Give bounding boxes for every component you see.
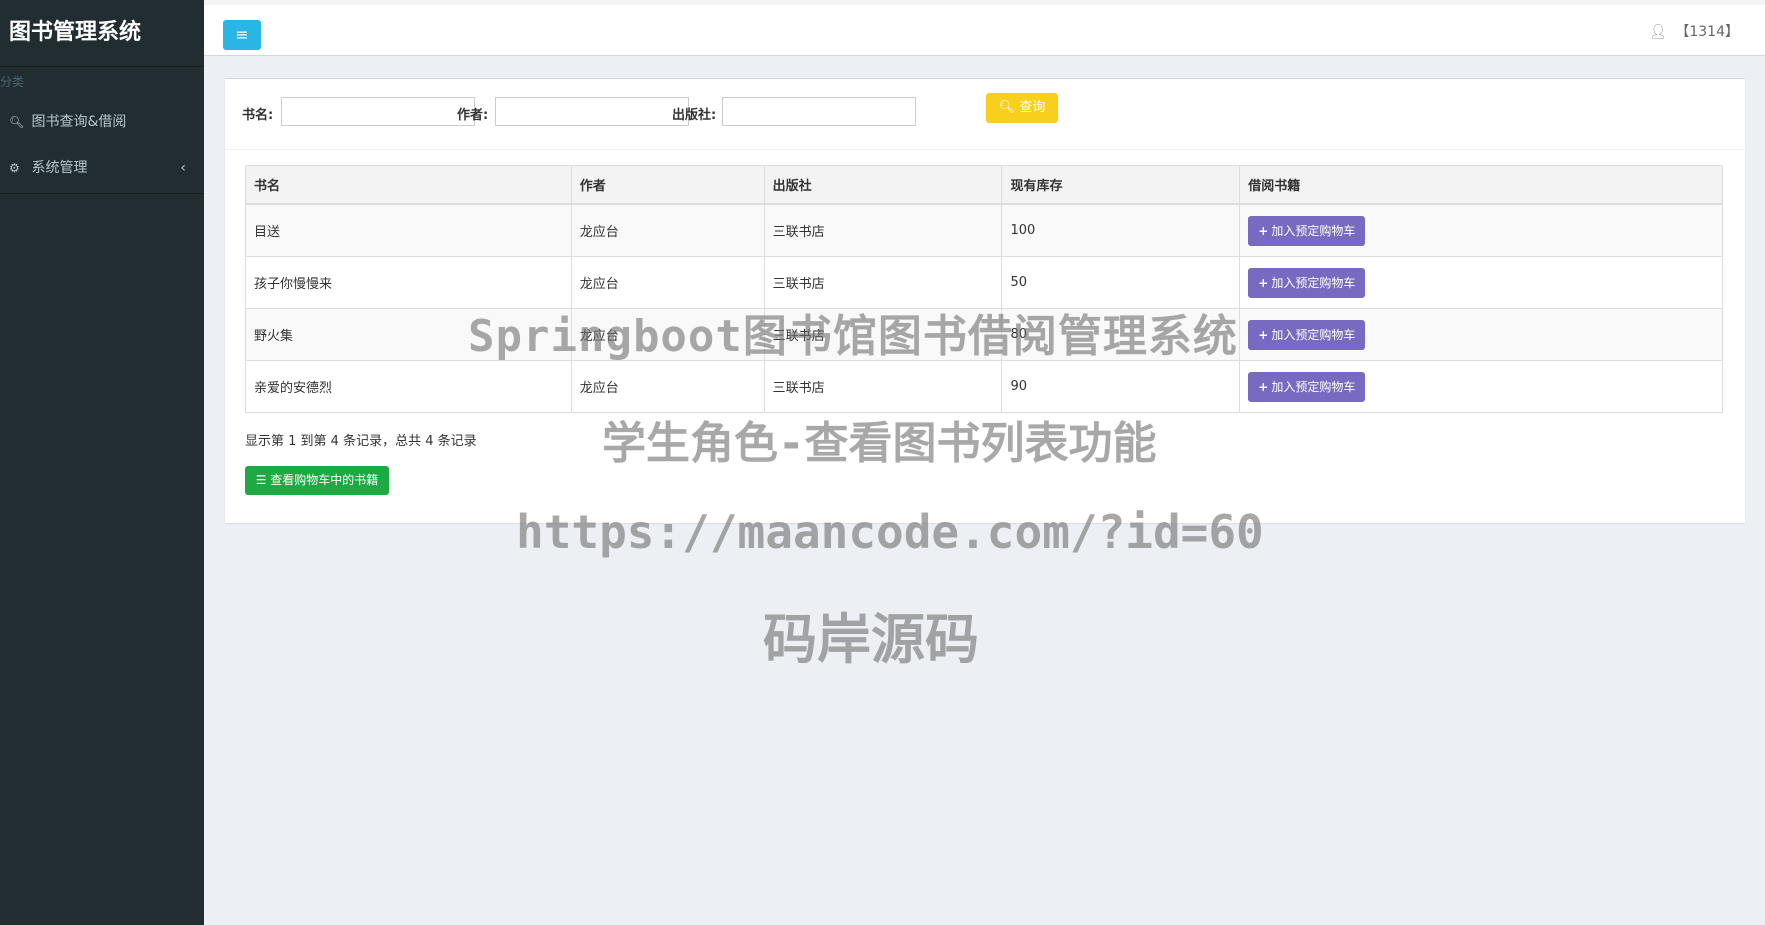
chevron-left-icon: ‹: [180, 160, 186, 176]
sidebar-item-book-query[interactable]: 🔍︎ 图书查询&借阅: [0, 99, 204, 145]
query-button-label: 查询: [1019, 100, 1046, 115]
sidebar-item-label: 图书查询&借阅: [31, 114, 127, 130]
column-header-title[interactable]: 书名: [245, 165, 572, 205]
gear-icon: ⚙: [9, 161, 20, 175]
column-header-author[interactable]: 作者: [570, 165, 765, 205]
plus-icon: +: [1258, 223, 1269, 238]
watermark-line-3: https://maancode.com/?id=60: [516, 505, 1264, 559]
cell-stock: 90: [1001, 360, 1241, 413]
sidebar-divider: [0, 193, 204, 194]
sidebar-section-label: 分类: [0, 75, 25, 89]
list-icon: ☰: [255, 473, 267, 487]
watermark-line-1: Springboot图书馆图书借阅管理系统: [468, 311, 1238, 362]
book-table: 书名 作者 出版社 现有库存 借阅书籍 目送 龙应台 三联书店 100 + 加入预…: [245, 165, 1723, 413]
title-filter-input[interactable]: [281, 97, 475, 126]
cell-action: + 加入预定购物车: [1239, 360, 1723, 413]
author-filter-label: 作者:: [457, 108, 489, 123]
add-to-cart-label: 加入预定购物车: [1271, 379, 1356, 394]
plus-icon: +: [1258, 379, 1269, 394]
add-to-cart-label: 加入预定购物车: [1271, 223, 1356, 238]
table-row: 亲爱的安德烈 龙应台 三联书店 90 + 加入预定购物车: [245, 360, 1723, 413]
publisher-filter-input[interactable]: [722, 97, 916, 126]
menu-icon: ≡: [235, 25, 249, 44]
column-header-borrow: 借阅书籍: [1239, 165, 1723, 205]
plus-icon: +: [1258, 327, 1269, 342]
cell-publisher: 三联书店: [763, 203, 1003, 257]
sidebar-toggle-button[interactable]: ≡: [223, 20, 261, 50]
cell-action: + 加入预定购物车: [1239, 308, 1723, 361]
table-row: 目送 龙应台 三联书店 100 + 加入预定购物车: [245, 203, 1723, 257]
publisher-filter-label: 出版社:: [672, 108, 717, 123]
cell-action: + 加入预定购物车: [1239, 256, 1723, 309]
add-to-cart-button[interactable]: + 加入预定购物车: [1248, 319, 1366, 350]
cell-action: + 加入预定购物车: [1239, 203, 1723, 257]
table-header-row: 书名 作者 出版社 现有库存 借阅书籍: [245, 165, 1723, 205]
cell-stock: 100: [1001, 203, 1241, 257]
add-to-cart-button[interactable]: + 加入预定购物车: [1248, 371, 1366, 402]
plus-icon: +: [1258, 275, 1269, 290]
cell-title: 亲爱的安德烈: [245, 360, 572, 413]
view-cart-button[interactable]: ☰ 查看购物车中的书籍: [245, 466, 389, 495]
cell-publisher: 三联书店: [763, 360, 1003, 413]
watermark-line-4: 码岸源码: [763, 608, 979, 671]
sidebar-item-label: 系统管理: [31, 160, 88, 176]
view-cart-label: 查看购物车中的书籍: [270, 473, 379, 487]
title-filter-label: 书名:: [242, 108, 274, 123]
app-title: 图书管理系统: [0, 0, 204, 67]
user-label: 【1314】: [1675, 24, 1739, 40]
sidebar: 图书管理系统 分类 🔍︎ 图书查询&借阅 ⚙ 系统管理 ‹: [0, 0, 204, 925]
author-filter-input[interactable]: [495, 97, 689, 126]
header: ≡ 👤︎ 【1314】: [204, 5, 1765, 56]
add-to-cart-button[interactable]: + 加入预定购物车: [1248, 267, 1366, 298]
user-menu[interactable]: 👤︎ 【1314】: [1649, 21, 1739, 41]
cell-title: 目送: [245, 203, 572, 257]
add-to-cart-label: 加入预定购物车: [1271, 275, 1356, 290]
cell-author: 龙应台: [570, 360, 765, 413]
sidebar-item-system-management[interactable]: ⚙ 系统管理 ‹: [0, 145, 204, 191]
add-to-cart-label: 加入预定购物车: [1271, 327, 1356, 342]
add-to-cart-button[interactable]: + 加入预定购物车: [1248, 215, 1366, 246]
column-header-publisher[interactable]: 出版社: [763, 165, 1003, 205]
cell-author: 龙应台: [570, 203, 765, 257]
user-icon: 👤︎: [1649, 24, 1667, 40]
search-icon: 🔍︎: [9, 115, 25, 129]
search-bar: 书名: 作者: 出版社: 🔍︎ 查询: [225, 79, 1745, 150]
column-header-stock[interactable]: 现有库存: [1001, 165, 1241, 205]
watermark-line-2: 学生角色-查看图书列表功能: [602, 418, 1157, 469]
query-button[interactable]: 🔍︎ 查询: [986, 93, 1058, 123]
search-icon: 🔍︎: [998, 100, 1016, 115]
pagination-summary: 显示第 1 到第 4 条记录，总共 4 条记录: [245, 434, 477, 449]
